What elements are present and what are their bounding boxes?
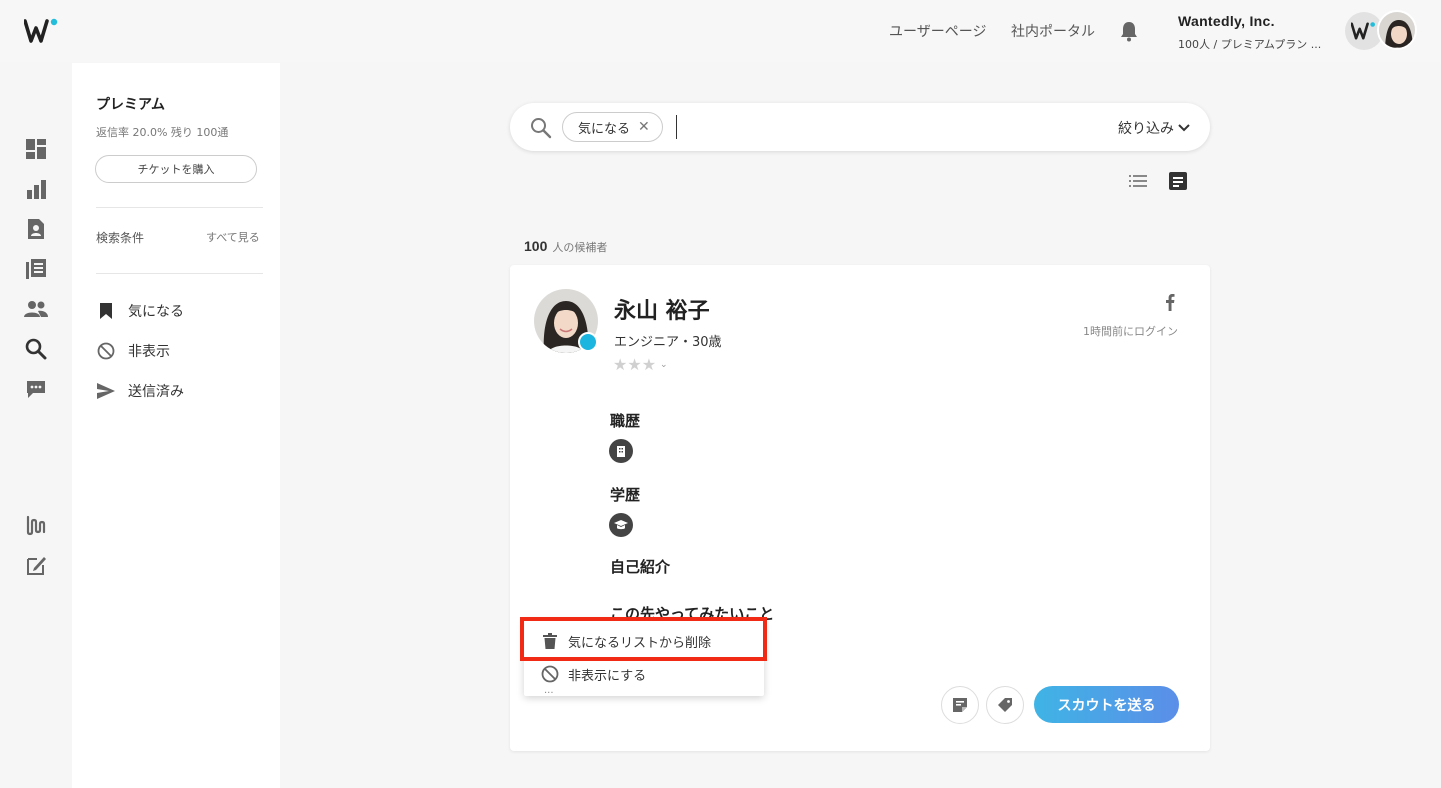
candidate-name[interactable]: 永山 裕子: [614, 293, 710, 325]
search-icon[interactable]: [24, 337, 48, 361]
user-avatar[interactable]: [1377, 10, 1417, 50]
hide-candidate-item[interactable]: 非表示にする: [524, 658, 764, 690]
plan-stats: 返信率 20.0% 残り 100通: [96, 126, 229, 139]
filter-label: 絞り込み: [1118, 121, 1174, 137]
results-count: 100 人の候補者: [524, 238, 607, 255]
divider: [96, 207, 263, 208]
menu-item-label: 非表示にする: [568, 668, 647, 684]
plan-title: プレミアム: [96, 97, 166, 113]
chevron-down-icon: ⌄: [660, 359, 668, 370]
bell-icon[interactable]: [1119, 20, 1139, 46]
memo-button[interactable]: [941, 686, 979, 724]
send-icon: [96, 381, 116, 401]
sidebar-item-bookmarked[interactable]: 気になる: [96, 300, 184, 322]
online-status-badge: [578, 332, 598, 352]
block-icon: [96, 341, 116, 361]
send-scout-button[interactable]: スカウトを送る: [1034, 686, 1179, 723]
dashboard-icon[interactable]: [24, 137, 48, 161]
results-count-unit: 人の候補者: [552, 241, 608, 254]
filter-chip: 気になる ✕: [562, 112, 663, 142]
section-title-education: 学歴: [610, 486, 641, 504]
filter-chip-label: 気になる: [578, 121, 631, 137]
building-icon: [609, 439, 633, 463]
company-name[interactable]: Wantedly, Inc.: [1178, 13, 1275, 29]
sidebar-item-sent[interactable]: 送信済み: [96, 380, 184, 402]
section-title-self-intro: 自己紹介: [610, 558, 671, 576]
context-menu: 気になるリストから削除 非表示にする: [524, 620, 764, 696]
nav-user-page[interactable]: ユーザーページ: [889, 21, 986, 41]
search-conditions-label: 検索条件: [96, 231, 145, 245]
edit-icon[interactable]: [24, 553, 48, 577]
sidebar-item-label: 非表示: [128, 344, 170, 360]
bookmark-icon: [96, 301, 116, 321]
top-header: ユーザーページ 社内ポータル Wantedly, Inc. 100人 / プレミ…: [0, 0, 1441, 62]
search-icon: [530, 117, 552, 143]
divider: [96, 273, 263, 274]
buy-ticket-button[interactable]: チケットを購入: [95, 155, 257, 183]
block-icon: [540, 664, 560, 684]
search-bar: 気になる ✕ 絞り込み: [510, 103, 1210, 151]
list-view-icon[interactable]: [1128, 171, 1148, 195]
search-input[interactable]: [682, 113, 1102, 141]
see-all-link[interactable]: すべて見る: [206, 229, 260, 245]
star-rating[interactable]: ★ ★ ★ ⌄: [613, 355, 668, 374]
sidebar-item-label: 気になる: [128, 304, 184, 320]
chat-icon[interactable]: [24, 377, 48, 401]
tag-icon: [997, 697, 1013, 713]
chevron-down-icon: [1178, 124, 1190, 132]
bar-chart-icon[interactable]: [24, 177, 48, 201]
remove-from-bookmarks-item[interactable]: 気になるリストから削除: [524, 625, 764, 657]
left-panel: プレミアム 返信率 20.0% 残り 100通 チケットを購入 検索条件 すべて…: [72, 63, 280, 788]
filter-button[interactable]: 絞り込み: [1118, 118, 1190, 138]
facebook-icon[interactable]: [1165, 293, 1175, 315]
tag-button[interactable]: [986, 686, 1024, 724]
profile-document-icon[interactable]: [24, 217, 48, 241]
wantedly-logo-icon[interactable]: [23, 18, 60, 48]
section-title-career: 職歴: [610, 412, 641, 430]
sidebar-item-hidden[interactable]: 非表示: [96, 340, 170, 362]
star-icon: ★: [627, 355, 642, 374]
more-dots-icon: ···: [544, 688, 554, 699]
note-icon: [952, 697, 968, 713]
articles-icon[interactable]: [24, 257, 48, 281]
graduation-cap-icon: [609, 513, 633, 537]
results-count-number: 100: [524, 238, 548, 254]
trash-icon: [540, 631, 560, 651]
people-icon[interactable]: [24, 297, 48, 321]
star-icon: ★: [641, 355, 657, 374]
card-view-icon[interactable]: [1168, 171, 1188, 195]
text-caret: [676, 115, 677, 139]
candidate-subtitle: エンジニア・30歳: [614, 335, 722, 350]
chip-remove-icon[interactable]: ✕: [638, 119, 650, 135]
sidebar-item-label: 送信済み: [128, 384, 184, 400]
star-icon: ★: [613, 355, 628, 374]
nav-company-portal[interactable]: 社内ポータル: [1011, 21, 1095, 41]
last-login: 1時間前にログイン: [1083, 325, 1178, 338]
company-plan: 100人 / プレミアムプラン ...: [1178, 38, 1322, 51]
wantedly-tools-icon[interactable]: [24, 513, 48, 537]
menu-item-label: 気になるリストから削除: [568, 635, 712, 651]
